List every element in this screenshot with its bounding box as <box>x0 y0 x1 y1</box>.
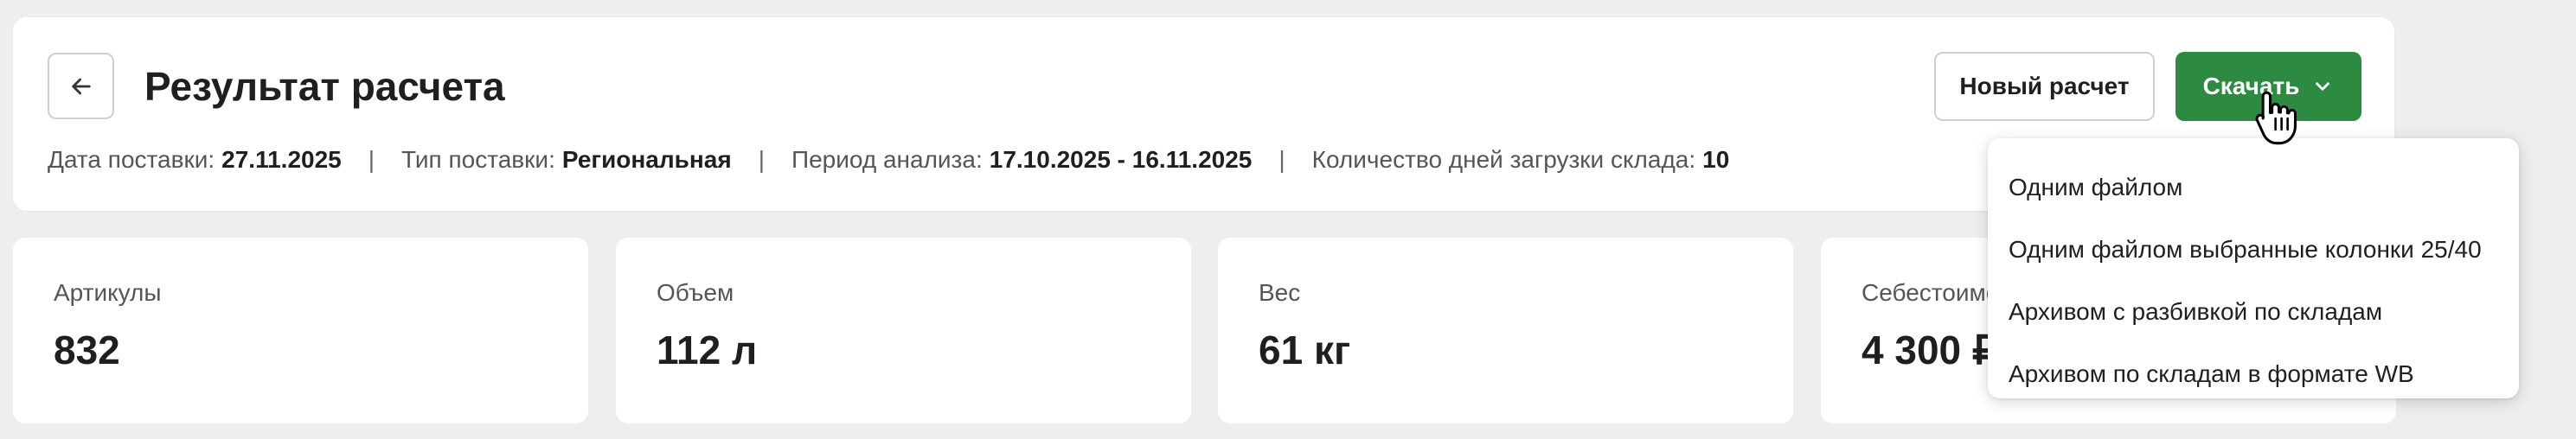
menu-item-single-file[interactable]: Одним файлом <box>1988 156 2519 219</box>
stat-label: Объем <box>657 279 734 306</box>
download-dropdown-menu: Одним файлом Одним файлом выбранные коло… <box>1988 138 2519 398</box>
stat-label: Вес <box>1259 279 1301 306</box>
stat-value: 112 л <box>657 328 758 372</box>
delivery-date-value: 27.11.2025 <box>221 146 342 173</box>
delivery-type-value: Региональная <box>561 146 732 173</box>
stat-value: 832 <box>54 328 120 372</box>
calculation-meta: Дата поставки: 27.11.2025 | Тип поставки… <box>48 143 1729 176</box>
period-value: 17.10.2025 - 16.11.2025 <box>989 146 1253 173</box>
meta-separator: | <box>1278 146 1285 173</box>
meta-separator: | <box>368 146 375 173</box>
meta-separator: | <box>758 146 765 173</box>
page-title: Результат расчета <box>144 64 505 109</box>
menu-item-archive-wb-format[interactable]: Архивом по складам в формате WB <box>1988 343 2519 405</box>
delivery-date-label: Дата поставки: <box>48 146 215 173</box>
stat-card-articles: Артикулы 832 <box>13 238 588 423</box>
stat-label: Артикулы <box>54 279 162 306</box>
chevron-down-icon <box>2316 82 2330 91</box>
hand-pointer-icon <box>2255 91 2297 145</box>
back-button[interactable] <box>48 53 114 119</box>
stat-card-volume: Объем 112 л <box>616 238 1191 423</box>
menu-item-archive-by-warehouse[interactable]: Архивом с разбивкой по складам <box>1988 281 2519 343</box>
warehouse-days-label: Количество дней загрузки склада: <box>1311 146 1696 173</box>
stat-card-weight: Вес 61 кг <box>1218 238 1793 423</box>
period-label: Период анализа: <box>791 146 983 173</box>
new-calculation-button[interactable]: Новый расчет <box>1934 52 2155 121</box>
menu-item-single-file-selected-columns[interactable]: Одним файлом выбранные колонки 25/40 <box>1988 219 2519 281</box>
delivery-type-label: Тип поставки: <box>401 146 555 173</box>
arrow-left-icon <box>71 78 91 94</box>
stat-label: Себестоимо <box>1862 279 2000 306</box>
stat-value: 4 300 ₽ <box>1862 328 1998 372</box>
stat-value: 61 кг <box>1259 328 1351 372</box>
warehouse-days-value: 10 <box>1702 146 1730 173</box>
